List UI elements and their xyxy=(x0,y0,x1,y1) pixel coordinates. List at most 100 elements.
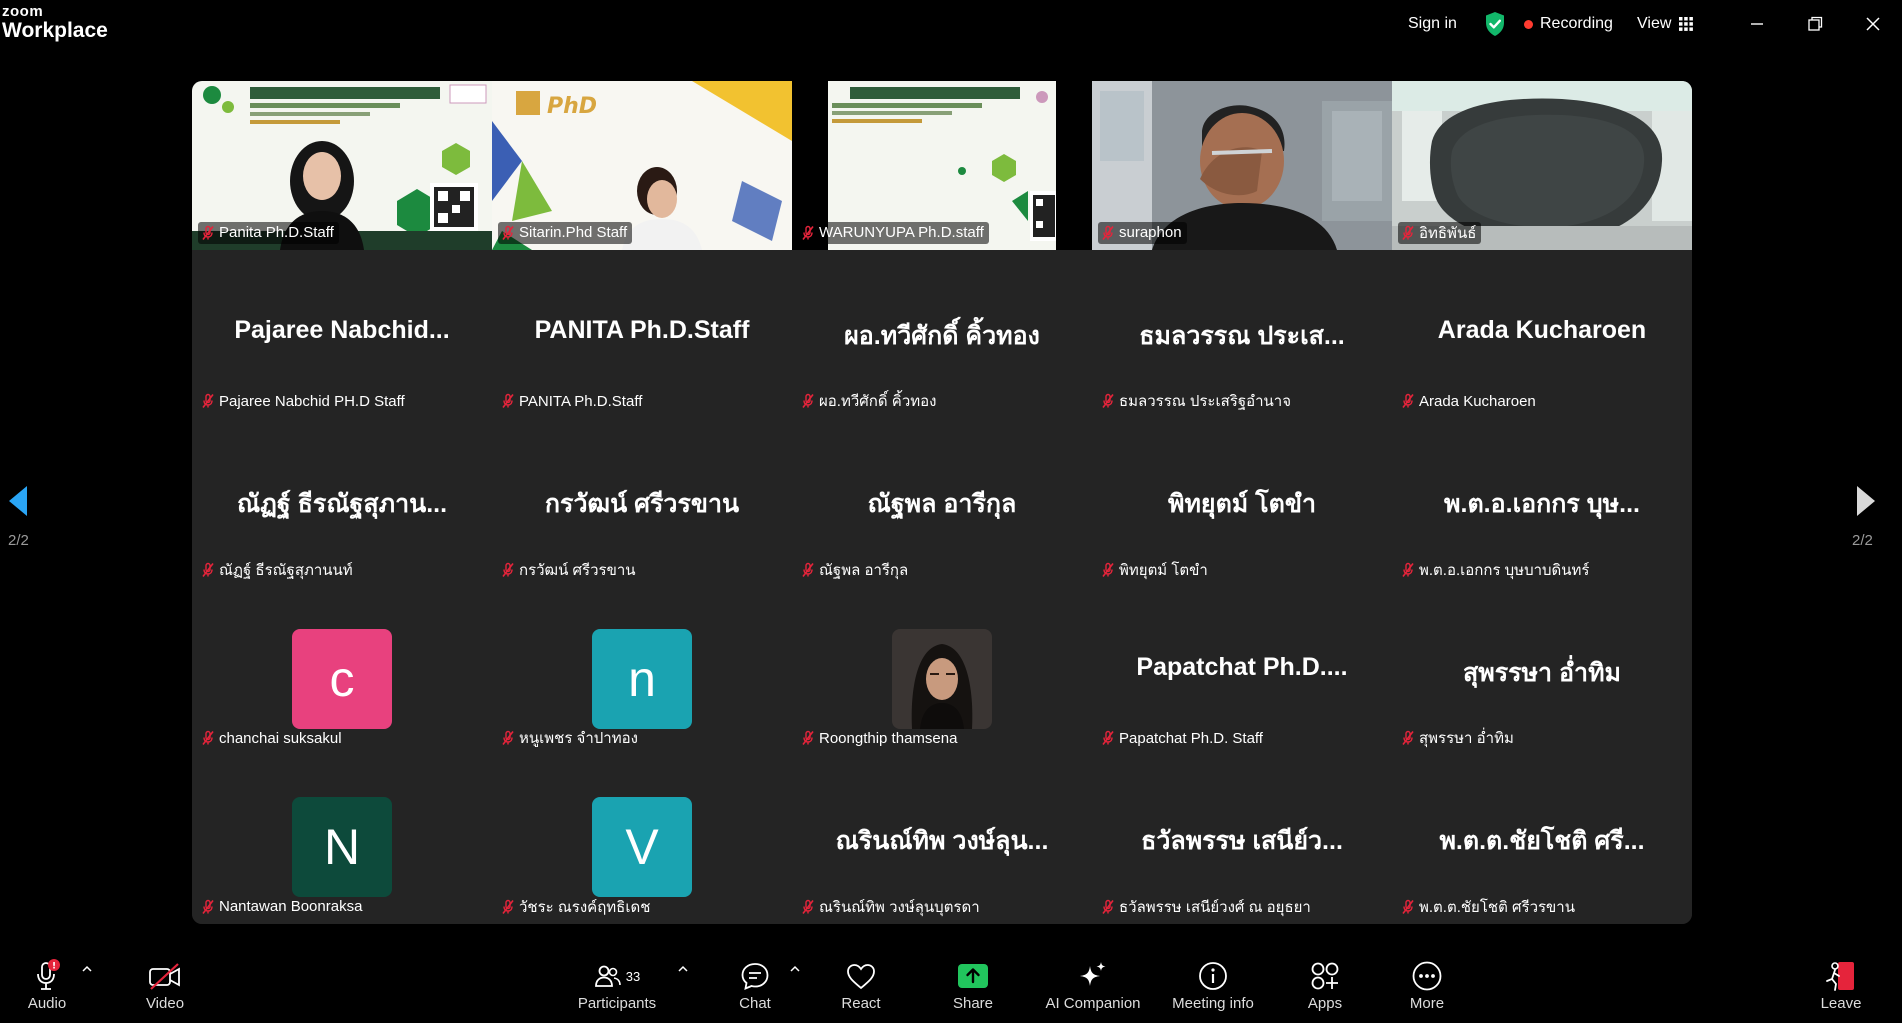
video-button[interactable]: Video xyxy=(132,958,198,1020)
participant-tile[interactable]: พ.ต.อ.เอกกร บุษ... พ.ต.อ.เอกกร บุษบาบดินท… xyxy=(1392,418,1692,587)
participant-tile[interactable]: ณรินณ์ทิพ วงษ์ลุน... ณรินณ์ทิพ วงษ์ลุนบุต… xyxy=(792,755,1092,924)
participant-name-tag: พ.ต.อ.เอกกร บุษบาบดินทร์ xyxy=(1398,559,1594,581)
mic-muted-icon xyxy=(502,225,514,240)
participant-tile[interactable]: พิทยุตม์ โตขำ พิทยุตม์ โตขำ xyxy=(1092,418,1392,587)
share-screen-icon xyxy=(958,964,988,988)
participant-name-tag: ผอ.ทวีศักดิ์ คิ้วทอง xyxy=(798,390,941,412)
participant-tile[interactable]: n หนูเพชร จำปาทอง xyxy=(492,586,792,756)
participant-name-tag: อิทธิพันธ์ xyxy=(1398,221,1482,244)
mic-muted-icon xyxy=(1402,393,1414,409)
page-indicator-right: 2/2 xyxy=(1852,532,1873,549)
participant-gallery: Panita Ph.D.Staff PhD Sitarin.Phd Staff WAR… xyxy=(192,81,1692,924)
mic-muted-icon xyxy=(1102,562,1114,577)
participant-avatar: N xyxy=(292,797,392,898)
participant-tile[interactable]: c chanchai suksakul xyxy=(192,586,492,756)
mic-muted-icon xyxy=(1102,393,1114,409)
mic-muted-icon xyxy=(202,731,214,746)
share-button[interactable]: Share xyxy=(940,958,1006,1020)
participant-tile[interactable]: กรวัฒน์ ศรีวรขาน กรวัฒน์ ศรีวรขาน xyxy=(492,418,792,587)
participant-display-name: พ.ต.ต.ชัยโชติ ศรี... xyxy=(1439,827,1645,856)
participants-options-caret-icon[interactable] xyxy=(677,964,689,974)
participant-name-tag: ธวัลพรรษ เสนีย์วงศ์ ณ อยุธยา xyxy=(1098,896,1316,918)
participant-name-tag: Arada Kucharoen xyxy=(1398,390,1541,412)
participant-tile[interactable]: WARUNYUPA Ph.D.staff xyxy=(792,81,1092,250)
participant-name-tag: ณัฐพล อารีกุล xyxy=(798,559,913,581)
participant-name: Panita Ph.D.Staff xyxy=(219,224,334,242)
participant-tile[interactable]: PANITA Ph.D.Staff PANITA Ph.D.Staff xyxy=(492,249,792,419)
participant-tile[interactable]: suraphon xyxy=(1092,81,1392,250)
view-button[interactable]: View xyxy=(1637,12,1694,36)
more-button[interactable]: More xyxy=(1394,958,1460,1020)
participant-name: ธวัลพรรษ เสนีย์วงศ์ ณ อยุธยา xyxy=(1119,898,1311,916)
participant-name-tag: ณัฏฐ์ ธีรณัฐสุภานนท์ xyxy=(198,559,358,581)
participant-name: suraphon xyxy=(1119,224,1182,242)
participant-tile[interactable]: ธมลวรรณ ประเส... ธมลวรรณ ประเสริฐอำนาจ xyxy=(1092,249,1392,419)
participants-button[interactable]: 33 Participants xyxy=(570,958,664,1020)
zoom-workplace-logo: zoom Workplace xyxy=(2,3,108,42)
minimize-icon[interactable] xyxy=(1745,12,1769,36)
mic-muted-icon xyxy=(1102,899,1114,914)
title-bar: zoom Workplace Sign in Recording View xyxy=(0,0,1902,52)
participant-name: สุพรรษา อ่ำทิม xyxy=(1419,730,1514,748)
participant-tile[interactable]: ณัฏฐ์ ธีรณัฐสุภาน... ณัฏฐ์ ธีรณัฐสุภานนท์ xyxy=(192,418,492,587)
participant-tile[interactable]: Panita Ph.D.Staff xyxy=(192,81,492,250)
participant-name: พ.ต.ต.ชัยโชติ ศรีวรขาน xyxy=(1419,898,1575,916)
participant-display-name: ธวัลพรรษ เสนีย์ว... xyxy=(1141,827,1343,856)
participant-tile[interactable]: N Nantawan Boonraksa xyxy=(192,755,492,924)
participant-name: Pajaree Nabchid PH.D Staff xyxy=(219,392,405,410)
participant-name-tag: suraphon xyxy=(1098,221,1187,244)
restore-icon[interactable] xyxy=(1803,12,1827,36)
participant-display-name: Arada Kucharoen xyxy=(1437,315,1647,344)
mic-muted-icon xyxy=(802,562,814,577)
participant-tile[interactable]: Arada Kucharoen Arada Kucharoen xyxy=(1392,249,1692,419)
participant-tile[interactable]: พ.ต.ต.ชัยโชติ ศรี... พ.ต.ต.ชัยโชติ ศรีวรข… xyxy=(1392,755,1692,924)
participant-name-tag: chanchai suksakul xyxy=(198,727,347,749)
apps-button[interactable]: Apps xyxy=(1292,958,1358,1020)
audio-options-caret-icon[interactable] xyxy=(81,964,93,974)
close-icon[interactable] xyxy=(1861,12,1885,36)
recording-dot-icon xyxy=(1524,19,1533,29)
participant-display-name: กรวัฒน์ ศรีวรขาน xyxy=(544,490,740,519)
participant-tile[interactable]: Papatchat Ph.D.... Papatchat Ph.D. Staff xyxy=(1092,586,1392,756)
participant-tile[interactable]: Pajaree Nabchid... Pajaree Nabchid PH.D S… xyxy=(192,249,492,419)
meeting-info-button[interactable]: Meeting info xyxy=(1163,958,1263,1020)
audio-button[interactable]: ! Audio xyxy=(14,958,80,1020)
shield-check-icon[interactable] xyxy=(1484,11,1506,37)
participant-tile[interactable]: ธวัลพรรษ เสนีย์ว... ธวัลพรรษ เสนีย์วงศ์ ณ… xyxy=(1092,755,1392,924)
chat-button[interactable]: Chat xyxy=(722,958,788,1020)
mic-muted-icon xyxy=(802,393,814,409)
participant-name: PANITA Ph.D.Staff xyxy=(519,392,643,410)
mic-muted-icon xyxy=(202,899,214,914)
recording-indicator[interactable]: Recording xyxy=(1524,12,1613,36)
participant-name: ธมลวรรณ ประเสริฐอำนาจ xyxy=(1119,393,1292,411)
participant-name-tag: Papatchat Ph.D. Staff xyxy=(1098,727,1268,749)
participant-display-name: สุพรรษา อ่ำทิม xyxy=(1462,658,1622,687)
chat-options-caret-icon[interactable] xyxy=(789,964,801,974)
participant-name: Papatchat Ph.D. Staff xyxy=(1119,729,1263,747)
participant-tile[interactable]: สุพรรษา อ่ำทิม สุพรรษา อ่ำทิม xyxy=(1392,586,1692,756)
participant-name-tag: พ.ต.ต.ชัยโชติ ศรีวรขาน xyxy=(1398,896,1580,918)
leave-button[interactable]: Leave xyxy=(1808,958,1874,1020)
participant-display-name: Papatchat Ph.D.... xyxy=(1136,652,1348,681)
leave-icon xyxy=(1826,962,1854,991)
participant-name: Arada Kucharoen xyxy=(1419,392,1536,410)
mic-muted-icon xyxy=(1402,899,1414,914)
participant-tile[interactable]: ผอ.ทวีศักดิ์ คิ้วทอง ผอ.ทวีศักดิ์ คิ้วทอง xyxy=(792,249,1092,419)
mic-muted-icon xyxy=(1402,731,1414,746)
chat-icon xyxy=(741,963,769,990)
participant-tile[interactable]: ณัฐพล อารีกุล ณัฐพล อารีกุล xyxy=(792,418,1092,587)
participant-tile[interactable]: Roongthip thamsena xyxy=(792,586,1092,756)
mic-muted-icon xyxy=(502,393,514,409)
svg-text:!: ! xyxy=(52,962,56,972)
participant-tile[interactable]: PhD Sitarin.Phd Staff xyxy=(492,81,792,250)
apps-icon xyxy=(1311,962,1339,990)
participant-photo xyxy=(892,628,992,729)
mic-muted-icon xyxy=(202,562,214,577)
participant-tile[interactable]: อิทธิพันธ์ xyxy=(1392,81,1692,250)
mic-muted-icon xyxy=(1402,225,1414,240)
participant-tile[interactable]: V วัชระ ณรงค์ฤทธิเดช xyxy=(492,755,792,924)
participants-icon xyxy=(594,965,621,987)
ai-companion-button[interactable]: AI Companion xyxy=(1042,958,1144,1020)
sign-in-link[interactable]: Sign in xyxy=(1408,12,1457,36)
react-button[interactable]: React xyxy=(828,958,894,1020)
